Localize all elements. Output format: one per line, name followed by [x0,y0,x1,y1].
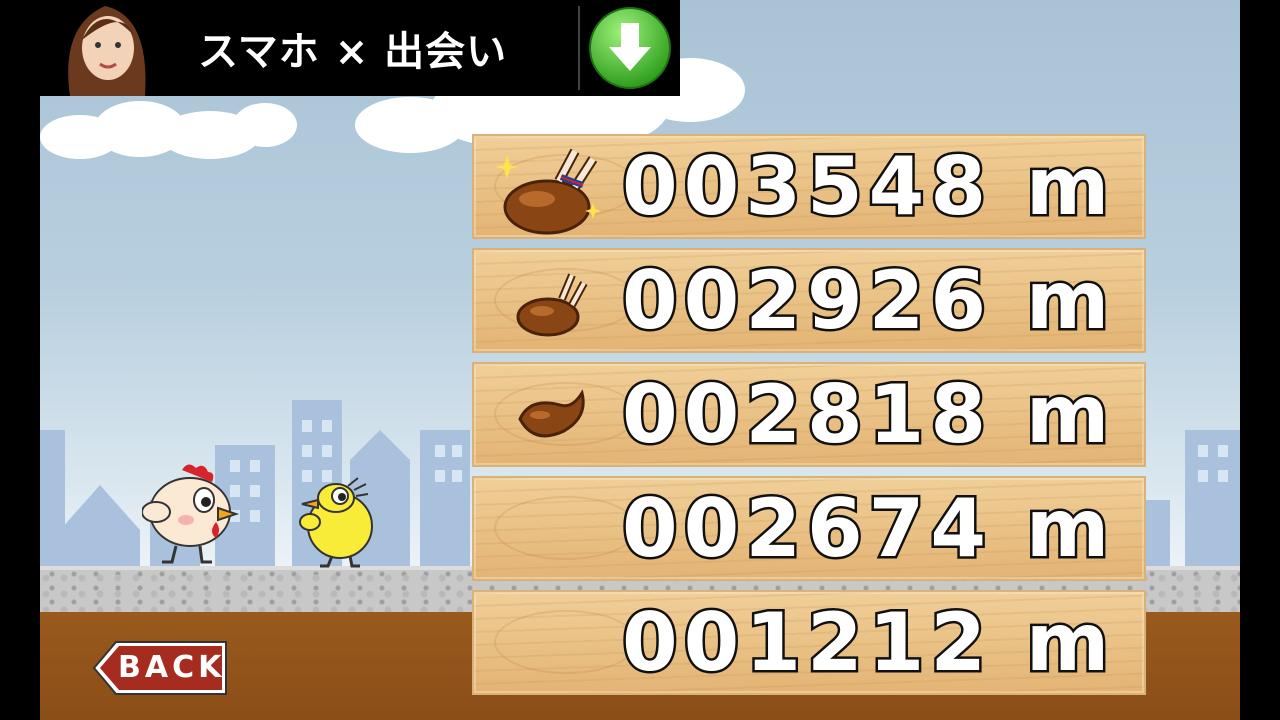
score-row-1: 003548 m [472,134,1146,239]
woman-portrait-icon [40,0,170,96]
score-row-5: 001212 m [472,590,1146,695]
download-arrow-icon [589,7,671,89]
roast-chicken-icon [516,272,588,336]
ad-banner[interactable]: スマホ × 出会い [40,0,680,96]
score-row-3: 002818 m [472,362,1146,467]
whole-roast-chicken-ribbon-icon [497,148,601,234]
drumstick-icon [518,388,585,437]
score-value-3: 002818 m [619,367,1116,462]
score-row-4: 002674 m [472,476,1146,581]
score-value-5: 001212 m [619,595,1116,690]
cloud-left [40,101,297,159]
score-value-2: 002926 m [619,253,1116,348]
chick-character [299,477,373,568]
download-button[interactable] [580,0,680,96]
score-row-2: 002926 m [472,248,1146,353]
score-value-1: 003548 m [619,139,1116,234]
ad-text[interactable]: スマホ × 出会い [170,19,578,77]
hen-character [142,464,240,564]
back-label: BACK [118,650,226,685]
back-button[interactable]: BACK [92,640,228,696]
high-score-board: 003548 m 002926 m 002818 m 002674 m 0012… [472,134,1146,704]
score-value-4: 002674 m [619,481,1116,576]
